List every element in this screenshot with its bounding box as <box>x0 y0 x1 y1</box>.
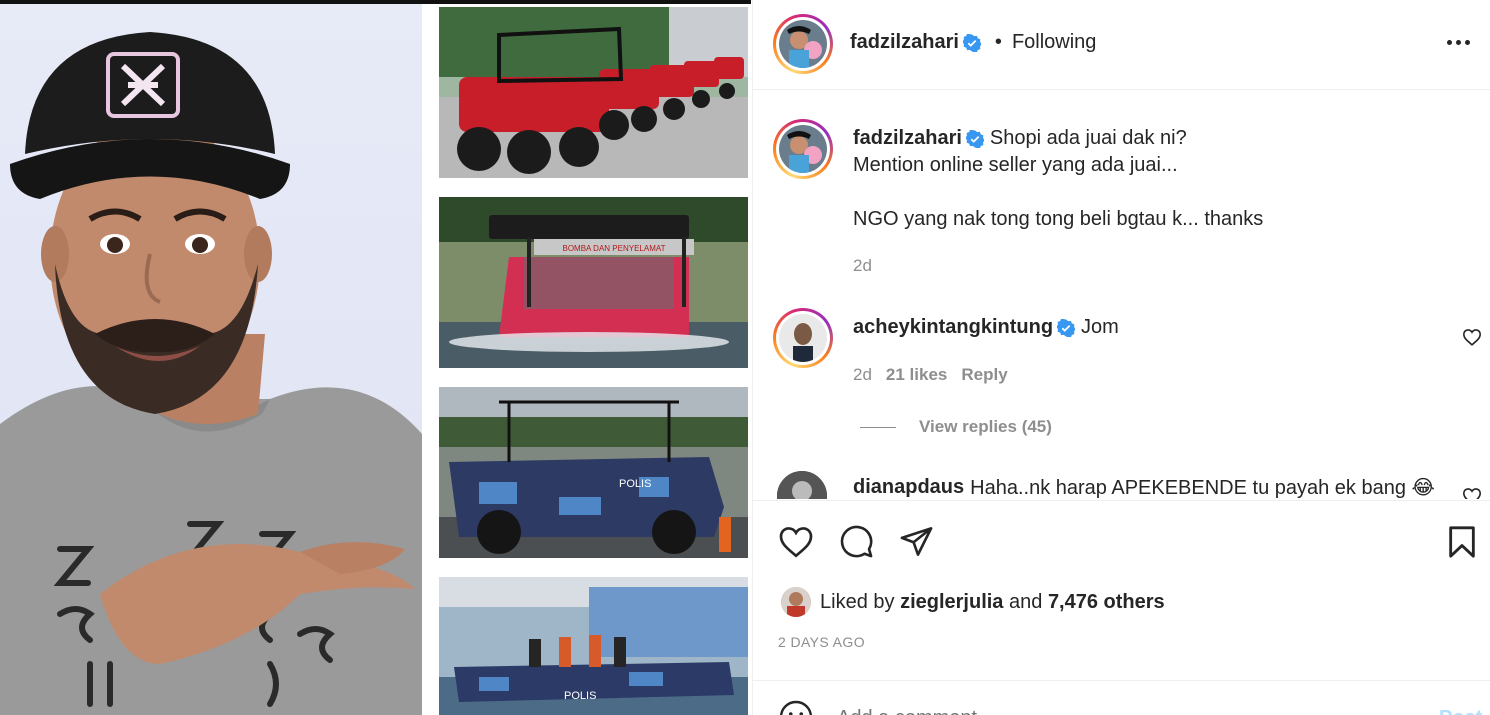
commenter-username[interactable]: acheykintangkintung <box>853 316 1053 339</box>
likes-others-count[interactable]: 7,476 others <box>1048 591 1165 614</box>
comments-list[interactable]: fadzilzahari Shopi ada juai dak ni? Ment… <box>753 91 1490 499</box>
comment-like-heart-icon[interactable] <box>1462 328 1482 346</box>
more-options-icon[interactable] <box>1447 36 1473 48</box>
post-header: fadzilzahari • Following <box>753 0 1490 90</box>
caption-line-1: Shopi ada juai dak ni? <box>989 127 1187 149</box>
commenter-avatar[interactable] <box>773 308 833 368</box>
post-comment-button[interactable]: Post <box>1439 707 1482 715</box>
comment-time: 2d <box>853 365 872 384</box>
author-avatar[interactable] <box>773 14 833 74</box>
header-separator: • <box>994 31 1002 53</box>
polis-label-1: POLIS <box>619 478 651 490</box>
following-button[interactable]: Following <box>1012 31 1096 54</box>
verified-badge-icon <box>1057 318 1076 337</box>
polis-label-2: POLIS <box>564 690 596 702</box>
replies-divider <box>860 427 896 428</box>
like-heart-icon[interactable] <box>778 525 814 558</box>
photo-red-fleet <box>439 7 748 178</box>
post-timestamp[interactable]: 2 DAYS AGO <box>778 634 865 650</box>
caption-author[interactable]: fadzilzahari <box>853 127 962 150</box>
caption-line-3: NGO yang nak tong tong beli bgtau k... t… <box>853 208 1264 230</box>
comment-input[interactable] <box>837 703 1397 715</box>
comment-text: Haha..nk harap APEKEBENDE tu payah ek ba… <box>970 477 1435 499</box>
commenter-avatar[interactable] <box>777 471 827 499</box>
liked-by-prefix: Liked by <box>820 590 895 613</box>
add-comment-bar: Post <box>753 680 1490 715</box>
portrait-photo <box>0 4 422 715</box>
liked-by-joiner: and <box>1009 590 1043 613</box>
photo-polis-vehicle-water: POLIS <box>439 577 748 715</box>
comment-likes[interactable]: 21 likes <box>886 365 947 385</box>
liked-by-row: Liked by zieglerjulia and 7,476 others <box>781 587 1165 617</box>
liker-username[interactable]: zieglerjulia <box>900 591 1003 614</box>
author-username[interactable]: fadzilzahari <box>850 31 959 54</box>
view-replies-button[interactable]: View replies (45) <box>919 417 1052 437</box>
commenter-username[interactable]: dianapdaus <box>853 476 964 499</box>
reply-button[interactable]: Reply <box>961 365 1007 385</box>
emoji-icon[interactable] <box>778 699 814 715</box>
share-send-icon[interactable] <box>899 524 934 559</box>
caption-author-avatar[interactable] <box>773 119 833 179</box>
save-bookmark-icon[interactable] <box>1447 525 1477 559</box>
photo-polis-vehicle-road: POLIS <box>439 387 748 558</box>
caption-line-2: Mention online seller yang ada juai... <box>853 154 1178 176</box>
liker-avatar[interactable] <box>781 587 811 617</box>
banner-text: BOMBA DAN PENYELAMAT <box>563 244 666 253</box>
post-media[interactable]: BOMBA DAN PENYELAMAT POLIS POLIS <box>0 0 751 715</box>
comment-like-heart-icon[interactable] <box>1462 487 1482 499</box>
comment-text: Jom <box>1081 316 1119 338</box>
post-actions-section: Liked by zieglerjulia and 7,476 others 2… <box>753 500 1490 715</box>
post-detail-panel: fadzilzahari • Following fadzilzahari Sh… <box>752 0 1490 715</box>
verified-badge-icon <box>965 129 984 148</box>
verified-badge-icon <box>962 33 981 52</box>
comment-bubble-icon[interactable] <box>839 524 874 559</box>
photo-bomba-vehicle: BOMBA DAN PENYELAMAT <box>439 197 748 368</box>
caption-time: 2d <box>853 256 872 275</box>
vehicle-photo-strip: BOMBA DAN PENYELAMAT POLIS POLIS <box>430 4 751 715</box>
